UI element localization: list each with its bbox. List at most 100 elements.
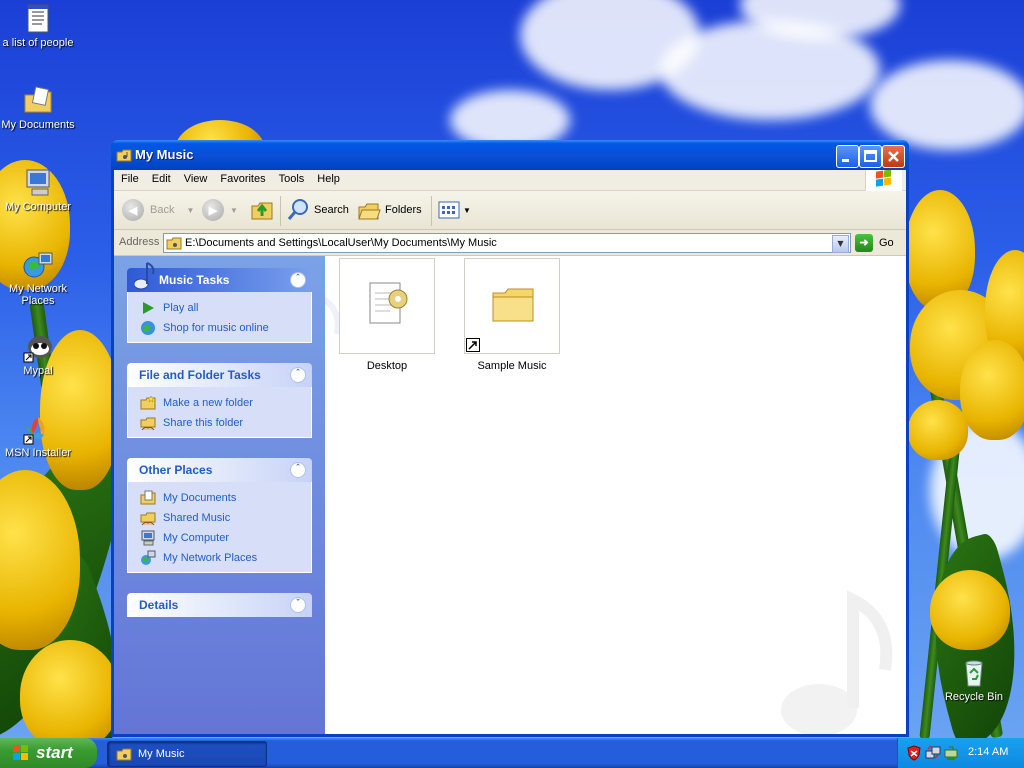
share-folder-icon xyxy=(140,417,156,431)
menu-view[interactable]: View xyxy=(177,170,214,185)
search-icon xyxy=(287,199,308,220)
file-folder-tasks-panel: File and Folder Tasks ˆ Make a new folde… xyxy=(127,363,312,438)
search-button[interactable]: Search xyxy=(286,197,349,223)
music-tasks-title: Music Tasks xyxy=(159,273,230,287)
task-share-folder[interactable]: Share this folder xyxy=(128,413,311,433)
address-input[interactable]: E:\Documents and Settings\LocalUser\My D… xyxy=(163,233,851,253)
collapse-chevron-icon[interactable]: ˆ xyxy=(290,367,306,383)
folders-button[interactable]: Folders xyxy=(357,197,422,223)
task-play-all[interactable]: Play all xyxy=(128,298,311,318)
forward-button[interactable]: ▶ ▼ xyxy=(202,197,238,223)
task-label: Make a new folder xyxy=(163,397,253,409)
clock: 2:14 AM xyxy=(968,746,1009,758)
desktop-icon-my-documents[interactable]: My Documents xyxy=(0,85,76,131)
security-shield-icon[interactable] xyxy=(906,745,922,761)
menu-help[interactable]: Help xyxy=(310,170,346,185)
my-computer-icon xyxy=(141,530,155,546)
forward-arrow-icon: ▶ xyxy=(202,199,224,221)
place-shared-music[interactable]: Shared Music xyxy=(128,508,311,528)
network-places-icon xyxy=(22,249,54,281)
document-icon xyxy=(22,3,54,35)
menu-tools[interactable]: Tools xyxy=(272,170,311,185)
menu-edit[interactable]: Edit xyxy=(145,170,177,185)
desktop-icon-msn-installer[interactable]: MSN Installer xyxy=(0,413,76,459)
menu-bar: File Edit View Favorites Tools Help xyxy=(114,169,906,191)
file-sample-music[interactable]: Sample Music xyxy=(464,258,560,372)
my-computer-icon xyxy=(22,167,54,199)
toolbar: ◀ Back ▼ ▶ ▼ Search Folders ▼ xyxy=(114,191,906,230)
details-panel: Details ˇ xyxy=(127,593,312,617)
desktop-icon-mypal[interactable]: Mypal xyxy=(0,331,76,377)
chevron-down-icon: ▼ xyxy=(837,239,844,248)
taskbar: start My Music 2:14 AM xyxy=(0,738,1024,768)
back-button[interactable]: ◀ Back ▼ xyxy=(122,197,194,223)
start-label: start xyxy=(36,743,73,762)
desktop-ini-icon xyxy=(369,282,408,324)
up-folder-icon xyxy=(251,202,273,220)
go-button[interactable]: ➜ Go xyxy=(855,234,894,252)
chevron-down-icon: ▼ xyxy=(463,205,471,215)
other-places-header[interactable]: Other Places ˆ xyxy=(127,458,312,482)
network-places-icon xyxy=(141,550,156,565)
task-label: Share this folder xyxy=(163,417,244,429)
place-label: Shared Music xyxy=(163,512,231,524)
other-places-body: My Documents Shared Music My Computer My… xyxy=(127,482,312,573)
menu-file[interactable]: File xyxy=(114,170,145,185)
up-folder-button[interactable] xyxy=(250,197,274,223)
other-places-panel: Other Places ˆ My Documents Shared Music… xyxy=(127,458,312,573)
windows-flag-icon xyxy=(13,745,28,760)
back-label: Back xyxy=(150,204,175,216)
desktop-icon-list-of-people[interactable]: a list of people xyxy=(0,3,76,49)
details-header[interactable]: Details ˇ xyxy=(127,593,312,617)
title-bar[interactable]: My Music xyxy=(111,140,909,170)
taskbar-item-my-music[interactable]: My Music xyxy=(107,741,267,767)
minimize-button[interactable] xyxy=(836,145,859,168)
file-name: Sample Music xyxy=(477,360,547,372)
minimize-icon xyxy=(842,159,849,162)
place-my-computer[interactable]: My Computer xyxy=(128,528,311,548)
close-button[interactable] xyxy=(882,145,905,168)
task-shop-music-online[interactable]: Shop for music online xyxy=(128,318,311,338)
views-icon xyxy=(438,201,460,219)
music-tasks-body: Play all Shop for music online xyxy=(127,292,312,343)
address-bar: Address E:\Documents and Settings\LocalU… xyxy=(114,231,906,256)
recycle-bin-icon xyxy=(958,657,990,689)
menu-favorites[interactable]: Favorites xyxy=(213,170,271,185)
shortcut-arrow-icon xyxy=(466,338,480,352)
other-places-title: Other Places xyxy=(139,463,213,477)
windows-logo xyxy=(865,169,902,191)
details-title: Details xyxy=(139,598,179,612)
task-make-new-folder[interactable]: Make a new folder xyxy=(128,393,311,413)
desktop-icon-my-computer[interactable]: My Computer xyxy=(0,167,76,213)
address-dropdown-button[interactable]: ▼ xyxy=(832,235,849,253)
file-folder-tasks-header[interactable]: File and Folder Tasks ˆ xyxy=(127,363,312,387)
network-connection-icon[interactable] xyxy=(925,745,941,761)
place-my-network-places[interactable]: My Network Places xyxy=(128,548,311,568)
desktop-icon-recycle-bin[interactable]: Recycle Bin xyxy=(936,657,1012,703)
collapse-chevron-icon[interactable]: ˆ xyxy=(290,462,306,478)
windows-flag-icon xyxy=(876,169,891,187)
taskbar-item-label: My Music xyxy=(138,748,185,760)
folders-icon xyxy=(358,203,381,220)
start-button[interactable]: start xyxy=(0,738,97,768)
desktop-icon-label: My Network Places xyxy=(8,283,68,307)
music-tasks-header[interactable]: Music Tasks ˆ xyxy=(127,262,312,292)
desktop-icon-label: My Documents xyxy=(1,119,75,131)
file-desktop[interactable]: Desktop xyxy=(339,258,435,372)
system-tray: 2:14 AM xyxy=(897,738,1024,768)
explorer-window: My Music File Edit View Favorites Tools Help … xyxy=(111,140,909,737)
expand-chevron-icon[interactable]: ˇ xyxy=(290,597,306,613)
desktop-icon-label: MSN Installer xyxy=(4,447,72,459)
safely-remove-hardware-icon[interactable] xyxy=(943,745,959,761)
place-my-documents[interactable]: My Documents xyxy=(128,488,311,508)
file-thumbnail xyxy=(339,258,435,354)
collapse-chevron-icon[interactable]: ˆ xyxy=(290,272,306,288)
task-label: Play all xyxy=(163,302,199,314)
toolbar-separator xyxy=(280,196,281,226)
maximize-button[interactable] xyxy=(859,145,882,168)
views-button[interactable]: ▼ xyxy=(437,197,471,223)
toolbar-separator xyxy=(431,196,432,226)
my-documents-icon xyxy=(140,490,156,505)
desktop-icon-label: Recycle Bin xyxy=(944,691,1004,703)
desktop-icon-network-places[interactable]: My Network Places xyxy=(0,249,76,307)
